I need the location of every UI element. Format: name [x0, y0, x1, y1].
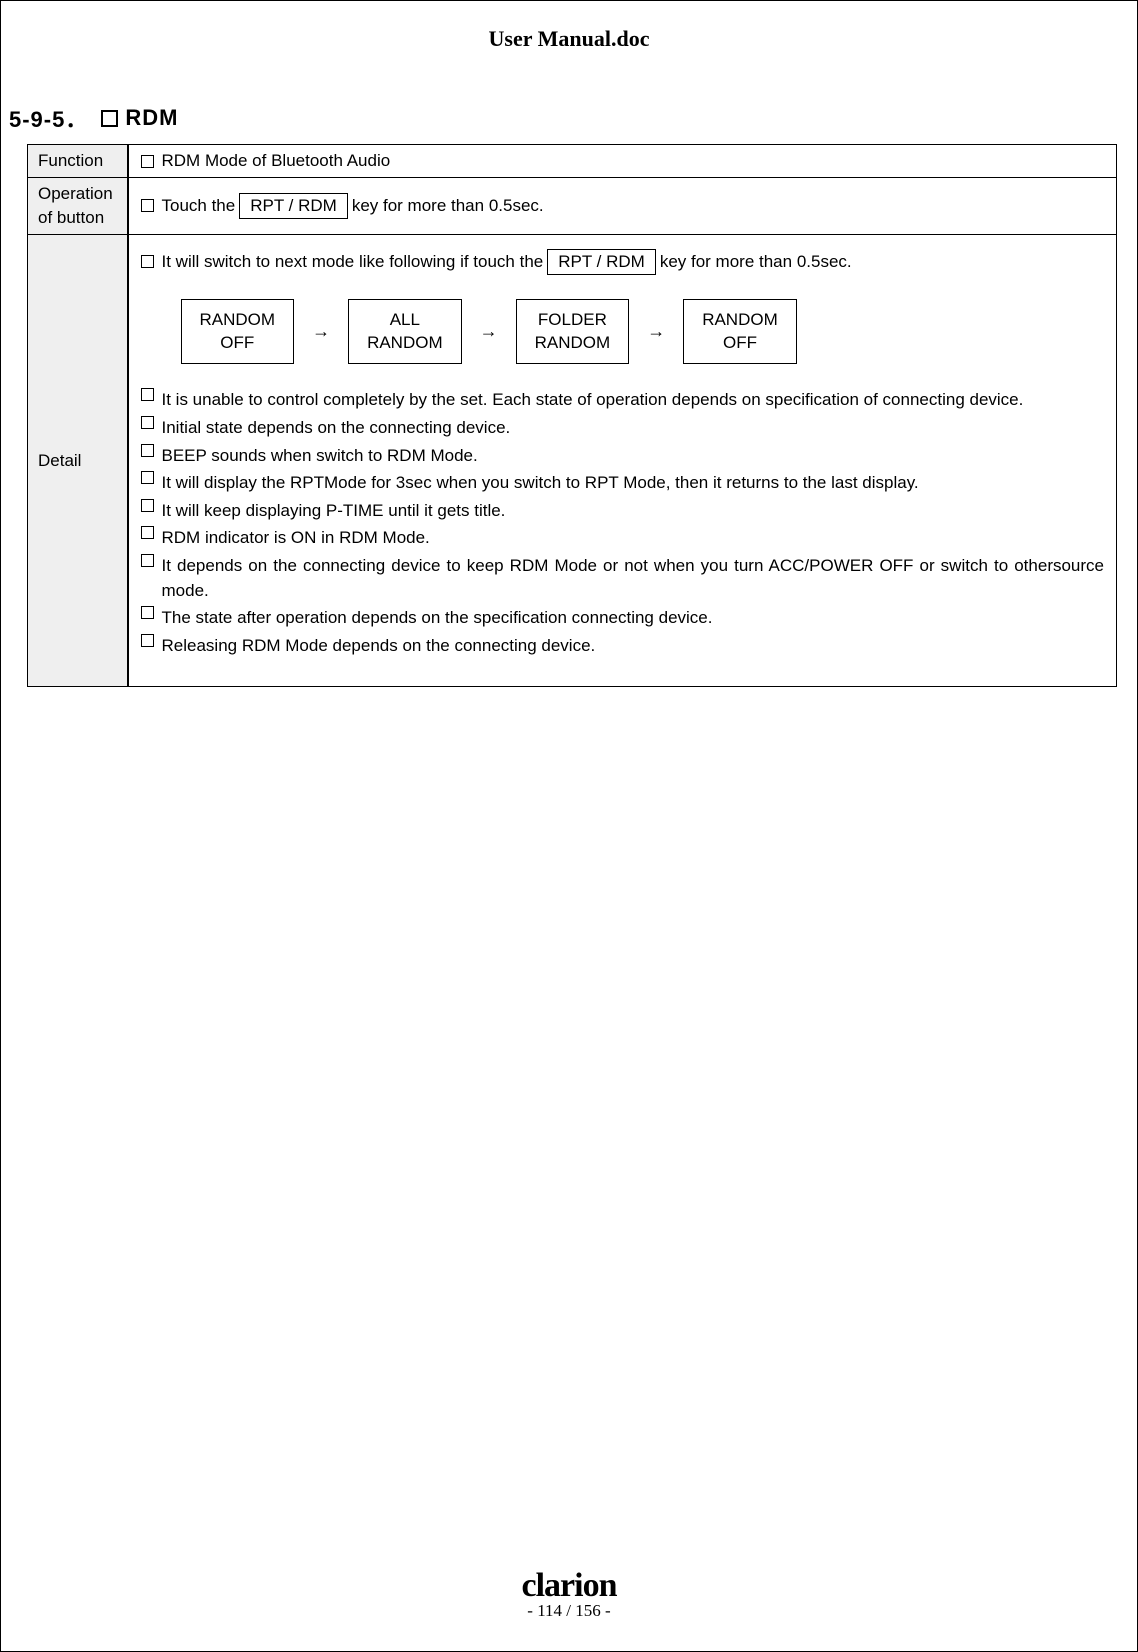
flow-line2: OFF: [702, 331, 778, 355]
section-title: RDM: [125, 105, 178, 131]
table-row-detail: Detail It will switch to next mode like …: [28, 234, 1117, 686]
checkbox-icon: [141, 388, 154, 401]
keycap-rpt-rdm: RPT / RDM: [547, 249, 656, 275]
detail-bullets: It is unable to control completely by th…: [141, 388, 1105, 658]
square-icon: [101, 110, 118, 127]
checkbox-icon: [141, 471, 154, 484]
document-title: User Manual.doc: [9, 26, 1129, 52]
flow-box: RANDOM OFF: [683, 299, 797, 365]
bullet-text: Releasing RDM Mode depends on the connec…: [162, 634, 1105, 659]
cell-detail: It will switch to next mode like followi…: [128, 234, 1117, 686]
checkbox-icon: [141, 499, 154, 512]
arrow-right-icon: →: [647, 321, 665, 342]
bullet-text: Initial state depends on the connecting …: [162, 416, 1105, 441]
checkbox-icon: [141, 199, 154, 212]
cell-function: RDM Mode of Bluetooth Audio: [128, 145, 1117, 178]
operation-post: key for more than 0.5sec.: [352, 196, 544, 216]
page-frame: User Manual.doc 5-9-5． RDM Function RDM …: [0, 0, 1138, 1652]
bullet-text: It is unable to control completely by th…: [162, 388, 1105, 413]
checkbox-icon: [141, 554, 154, 567]
flow-line1: RANDOM: [200, 308, 276, 332]
bullet-text: It will display the RPTMode for 3sec whe…: [162, 471, 1105, 496]
label-operation: Operation of button: [28, 178, 128, 235]
flow-line1: ALL: [367, 308, 443, 332]
checkbox-icon: [141, 416, 154, 429]
list-item: It depends on the connecting device to k…: [141, 554, 1105, 603]
section-number: 5-9-5．: [9, 102, 88, 134]
flow-box: FOLDER RANDOM: [516, 299, 630, 365]
flow-box: RANDOM OFF: [181, 299, 295, 365]
list-item: Initial state depends on the connecting …: [141, 416, 1105, 441]
checkbox-icon: [141, 634, 154, 647]
table-row-operation: Operation of button Touch the RPT / RDM …: [28, 178, 1117, 235]
function-text: RDM Mode of Bluetooth Audio: [162, 151, 391, 171]
page-number: - 114 / 156 -: [1, 1601, 1137, 1621]
flow-line1: RANDOM: [702, 308, 778, 332]
checkbox-icon: [141, 155, 154, 168]
list-item: It is unable to control completely by th…: [141, 388, 1105, 413]
checkbox-icon: [141, 444, 154, 457]
flow-line2: RANDOM: [535, 331, 611, 355]
bullet-text: It will keep displaying P-TIME until it …: [162, 499, 1105, 524]
list-item: RDM indicator is ON in RDM Mode.: [141, 526, 1105, 551]
brand-logo: clarion: [1, 1569, 1137, 1603]
list-item: The state after operation depends on the…: [141, 606, 1105, 631]
flow-line1: FOLDER: [535, 308, 611, 332]
list-item: It will keep displaying P-TIME until it …: [141, 499, 1105, 524]
operation-pre: Touch the: [162, 196, 236, 216]
mode-flow: RANDOM OFF → ALL RANDOM → FOLDER RANDOM …: [181, 299, 1105, 365]
label-function: Function: [28, 145, 128, 178]
list-item: BEEP sounds when switch to RDM Mode.: [141, 444, 1105, 469]
checkbox-icon: [141, 526, 154, 539]
bullet-text: RDM indicator is ON in RDM Mode.: [162, 526, 1105, 551]
list-item: It will display the RPTMode for 3sec whe…: [141, 471, 1105, 496]
spec-table: Function RDM Mode of Bluetooth Audio Ope…: [27, 144, 1117, 687]
arrow-right-icon: →: [480, 321, 498, 342]
flow-line2: RANDOM: [367, 331, 443, 355]
page-footer: clarion - 114 / 156 -: [1, 1569, 1137, 1621]
arrow-right-icon: →: [312, 321, 330, 342]
section-heading: 5-9-5． RDM: [9, 102, 1129, 134]
checkbox-icon: [141, 255, 154, 268]
label-detail: Detail: [28, 234, 128, 686]
bullet-text: The state after operation depends on the…: [162, 606, 1105, 631]
flow-box: ALL RANDOM: [348, 299, 462, 365]
cell-operation: Touch the RPT / RDM key for more than 0.…: [128, 178, 1117, 235]
table-row-function: Function RDM Mode of Bluetooth Audio: [28, 145, 1117, 178]
checkbox-icon: [141, 606, 154, 619]
flow-line2: OFF: [200, 331, 276, 355]
detail-intro-post: key for more than 0.5sec.: [660, 252, 852, 272]
bullet-text: It depends on the connecting device to k…: [162, 554, 1105, 603]
list-item: Releasing RDM Mode depends on the connec…: [141, 634, 1105, 659]
detail-intro-pre: It will switch to next mode like followi…: [162, 252, 544, 272]
bullet-text: BEEP sounds when switch to RDM Mode.: [162, 444, 1105, 469]
keycap-rpt-rdm: RPT / RDM: [239, 193, 348, 219]
